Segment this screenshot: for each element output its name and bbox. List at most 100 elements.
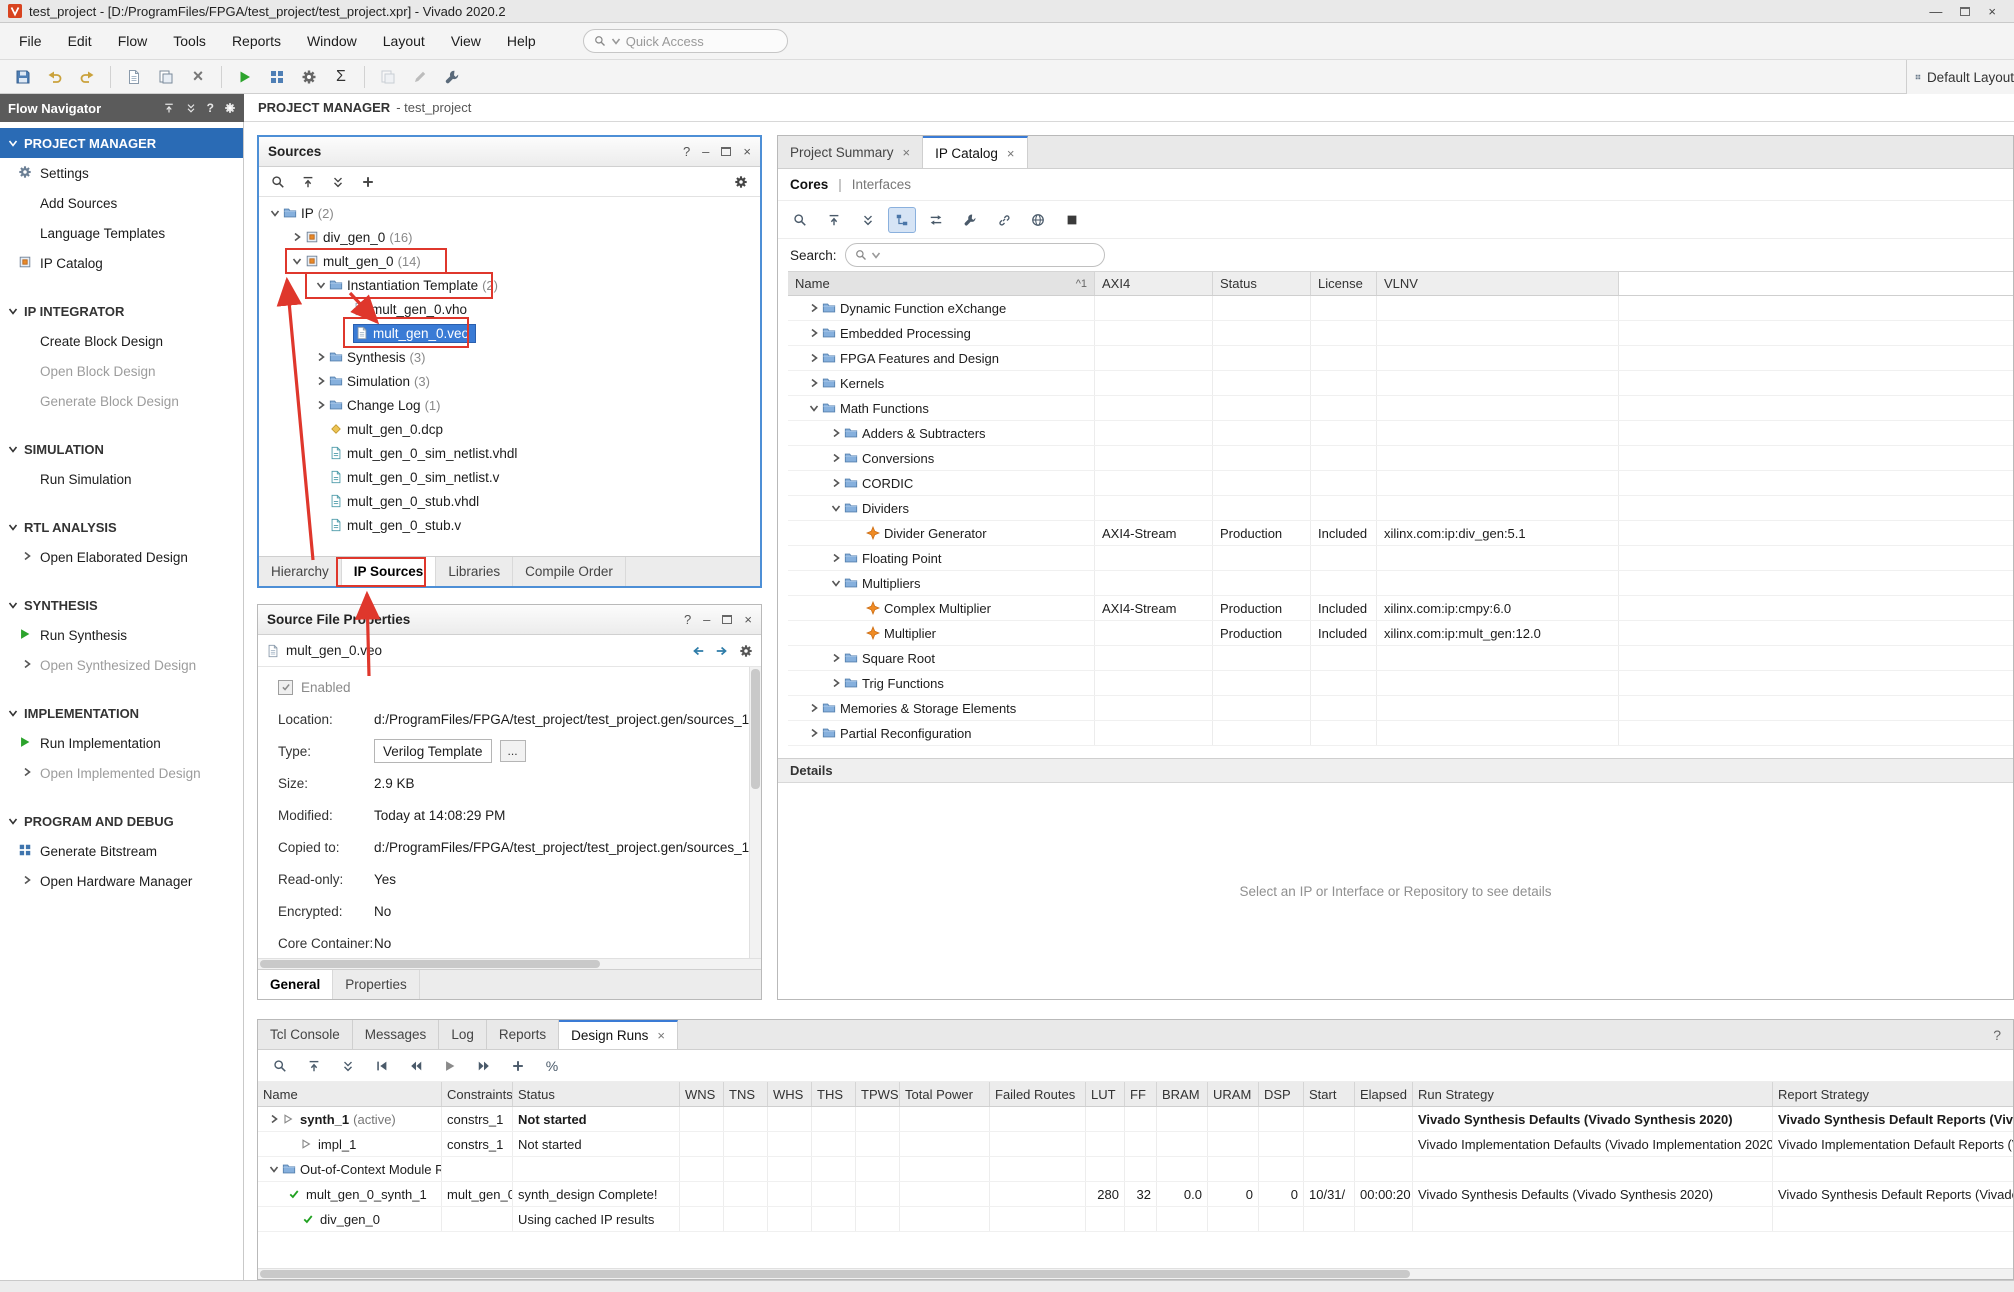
column-header[interactable]: BRAM <box>1157 1082 1208 1106</box>
section-program-and-debug[interactable]: PROGRAM AND DEBUG <box>0 806 243 836</box>
run-icon[interactable] <box>230 63 260 91</box>
close-icon[interactable]: × <box>1007 146 1015 161</box>
dashboard-icon[interactable] <box>262 63 292 91</box>
run-row-div-gen-0[interactable]: div_gen_0 Using cached IP results <box>258 1207 2013 1232</box>
sources-panel-header[interactable]: Sources ? – × <box>259 137 760 167</box>
horizontal-scrollbar[interactable] <box>258 958 761 969</box>
column-header[interactable]: THS <box>812 1082 856 1106</box>
column-header[interactable]: TPWS <box>856 1082 900 1106</box>
default-layout-button[interactable]: Default Layout <box>1906 60 2014 94</box>
catalog-search-input[interactable] <box>845 243 1105 267</box>
column-header[interactable]: Elapsed <box>1355 1082 1413 1106</box>
catalog-row[interactable]: Kernels <box>788 371 2013 396</box>
help-icon[interactable]: ? <box>683 144 690 159</box>
section-simulation[interactable]: SIMULATION <box>0 434 243 464</box>
chevron-right-icon[interactable] <box>313 400 329 410</box>
column-header[interactable]: Start <box>1304 1082 1355 1106</box>
sum-icon[interactable]: Σ <box>326 63 356 91</box>
stop-icon[interactable] <box>1058 207 1086 233</box>
chevron-right-icon[interactable] <box>828 678 844 688</box>
menu-reports[interactable]: Reports <box>219 23 294 59</box>
tree-item-sim-netlist-v[interactable]: mult_gen_0_sim_netlist.v <box>259 465 760 489</box>
tab-log[interactable]: Log <box>439 1020 487 1049</box>
catalog-row-multiplier[interactable]: Multiplier Production Included xilinx.co… <box>788 621 2013 646</box>
run-row-mult-gen-0-synth-1[interactable]: mult_gen_0_synth_1 mult_gen_0 synth_desi… <box>258 1182 2013 1207</box>
minimize-icon[interactable]: – <box>703 612 710 627</box>
chevron-down-icon[interactable] <box>313 280 329 290</box>
chevron-down-icon[interactable] <box>289 256 305 266</box>
sfp-panel-header[interactable]: Source File Properties ? – × <box>258 605 761 635</box>
horizontal-scrollbar[interactable] <box>258 1268 2013 1279</box>
run-row-impl-1[interactable]: impl_1 constrs_1 Not started Vivado Impl… <box>258 1132 2013 1157</box>
tree-item-mult-gen-0-veo[interactable]: mult_gen_0.veo <box>259 321 760 345</box>
catalog-row-multipliers[interactable]: Multipliers <box>788 571 2013 596</box>
gear-icon[interactable] <box>224 102 236 114</box>
settings-gear-icon[interactable] <box>294 63 324 91</box>
catalog-row[interactable]: Adders & Subtracters <box>788 421 2013 446</box>
back-arrow-icon[interactable] <box>691 644 705 658</box>
help-icon[interactable]: ? <box>684 612 691 627</box>
tab-properties[interactable]: Properties <box>333 970 420 999</box>
menu-tools[interactable]: Tools <box>160 23 219 59</box>
chevron-right-icon[interactable] <box>828 553 844 563</box>
catalog-row[interactable]: Dynamic Function eXchange <box>788 296 2013 321</box>
catalog-row[interactable]: Embedded Processing <box>788 321 2013 346</box>
delete-icon[interactable]: × <box>183 63 213 91</box>
tree-item-mult-gen-0[interactable]: mult_gen_0 (14) <box>259 249 760 273</box>
chevron-down-icon[interactable] <box>267 208 283 218</box>
group-by-hierarchy-icon[interactable] <box>888 207 916 233</box>
help-icon[interactable]: ? <box>207 101 214 115</box>
scrollbar-thumb[interactable] <box>260 960 600 968</box>
catalog-row[interactable]: FPGA Features and Design <box>788 346 2013 371</box>
tree-item-ip[interactable]: IP (2) <box>259 201 760 225</box>
tab-compile-order[interactable]: Compile Order <box>513 557 626 586</box>
section-synthesis[interactable]: SYNTHESIS <box>0 590 243 620</box>
maximize-icon[interactable] <box>1960 7 1970 16</box>
column-header[interactable]: Status <box>513 1082 680 1106</box>
menu-view[interactable]: View <box>438 23 494 59</box>
help-icon[interactable]: ? <box>1993 1020 2013 1049</box>
column-header[interactable]: Total Power <box>900 1082 990 1106</box>
chevron-right-icon[interactable] <box>313 352 329 362</box>
column-header[interactable]: Failed Routes <box>990 1082 1086 1106</box>
catalog-row-math-functions[interactable]: Math Functions <box>788 396 2013 421</box>
tab-libraries[interactable]: Libraries <box>436 557 513 586</box>
sidebar-item-add-sources[interactable]: Add Sources <box>0 188 243 218</box>
catalog-row[interactable]: Floating Point <box>788 546 2013 571</box>
collapse-all-icon[interactable] <box>295 170 321 194</box>
play-icon[interactable] <box>436 1053 464 1079</box>
sidebar-item-generate-bitstream[interactable]: Generate Bitstream <box>0 836 243 866</box>
enabled-checkbox[interactable] <box>278 680 293 695</box>
column-header[interactable]: Constraints <box>442 1082 513 1106</box>
collapse-all-icon[interactable] <box>163 102 175 114</box>
rewind-icon[interactable] <box>402 1053 430 1079</box>
tree-item-div-gen-0[interactable]: div_gen_0 (16) <box>259 225 760 249</box>
chevron-right-icon[interactable] <box>266 1114 282 1124</box>
tab-hierarchy[interactable]: Hierarchy <box>259 557 342 586</box>
chevron-right-icon[interactable] <box>828 478 844 488</box>
catalog-row[interactable]: Trig Functions <box>788 671 2013 696</box>
tab-tcl-console[interactable]: Tcl Console <box>258 1020 353 1049</box>
gear-icon[interactable] <box>728 170 754 194</box>
catalog-row[interactable]: Partial Reconfiguration <box>788 721 2013 746</box>
tab-design-runs[interactable]: Design Runs × <box>559 1020 678 1049</box>
web-icon[interactable] <box>1024 207 1052 233</box>
tab-messages[interactable]: Messages <box>353 1020 440 1049</box>
chevron-right-icon[interactable] <box>828 453 844 463</box>
section-ip-integrator[interactable]: IP INTEGRATOR <box>0 296 243 326</box>
sidebar-item-open-elaborated-design[interactable]: Open Elaborated Design <box>0 542 243 572</box>
run-row-ooc-group[interactable]: Out-of-Context Module Runs <box>258 1157 2013 1182</box>
menu-flow[interactable]: Flow <box>105 23 161 59</box>
add-icon[interactable] <box>504 1053 532 1079</box>
link-icon[interactable] <box>990 207 1018 233</box>
sidebar-item-run-implementation[interactable]: Run Implementation <box>0 728 243 758</box>
menu-layout[interactable]: Layout <box>370 23 438 59</box>
sidebar-item-ip-catalog[interactable]: IP Catalog <box>0 248 243 278</box>
redo-icon[interactable] <box>72 63 102 91</box>
type-input[interactable]: Verilog Template <box>374 739 492 763</box>
catalog-row-divider-generator[interactable]: Divider Generator AXI4-Stream Production… <box>788 521 2013 546</box>
tree-item-mult-gen-0-dcp[interactable]: mult_gen_0.dcp <box>259 417 760 441</box>
column-header-name[interactable]: Name ^1 <box>788 272 1095 295</box>
tree-item-mult-gen-0-vho[interactable]: mult_gen_0.vho <box>259 297 760 321</box>
sidebar-item-language-templates[interactable]: Language Templates <box>0 218 243 248</box>
